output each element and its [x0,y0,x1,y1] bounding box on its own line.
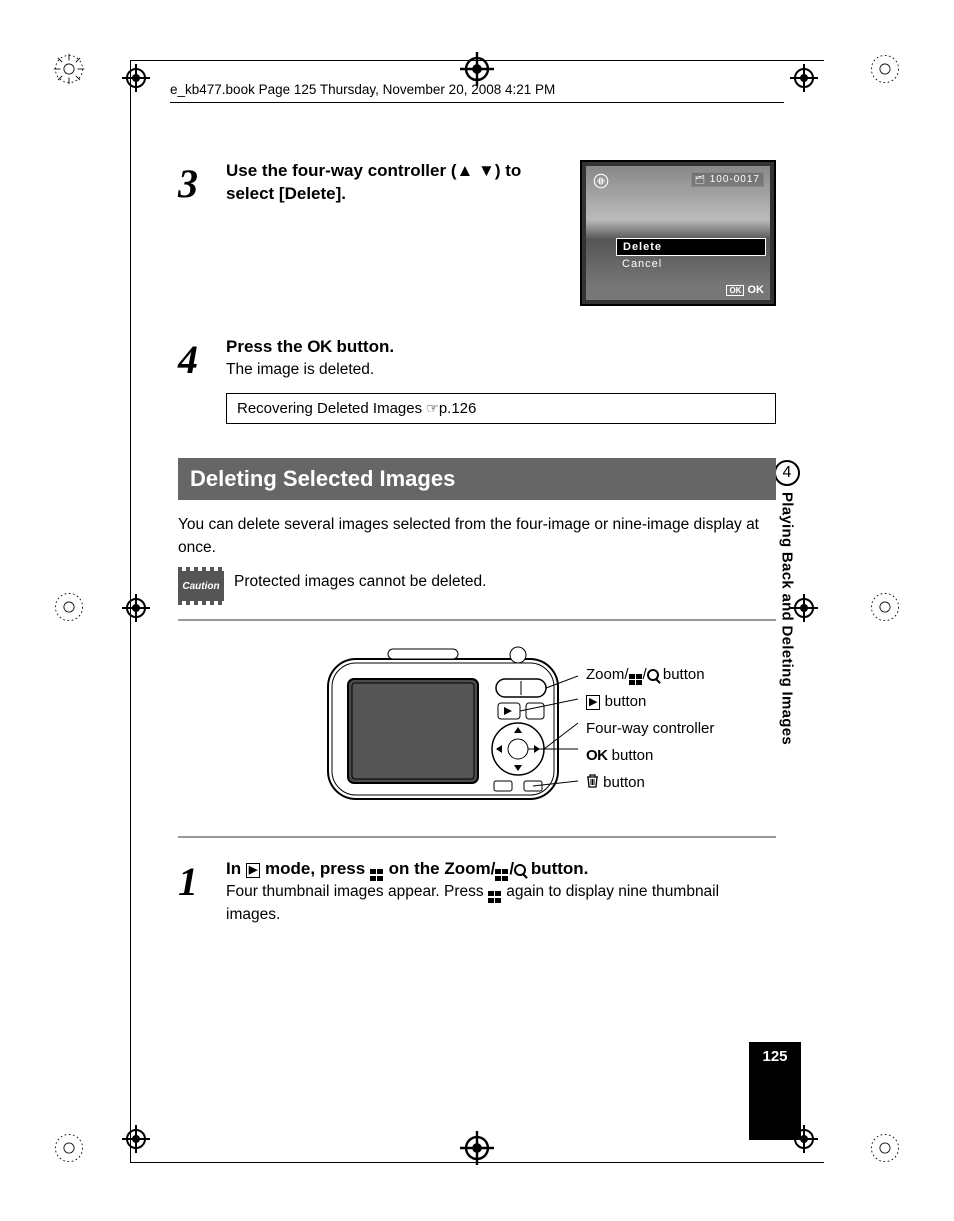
text: button. [332,337,394,356]
play-mode-icon: ▶ [246,863,260,878]
section-intro: You can delete several images selected f… [178,514,776,559]
camera-diagram: PENTAX [178,619,776,838]
reg-mark-cross [790,64,818,92]
crop-line [130,60,824,61]
page-ref: p.126 [439,400,477,417]
step-1-heading: In ▶ mode, press on the Zoom// button. [226,858,776,881]
chapter-tab: 4 Playing Back and Deleting Images [773,460,801,745]
reg-mark-gear [868,1131,902,1165]
caution-icon: Caution [178,571,224,601]
section-heading: Deleting Selected Images [178,458,776,500]
reg-mark-cross [122,64,150,92]
crop-line [130,60,131,1163]
lcd-ok-hint: OK OK [726,284,764,296]
lcd-file-number: 🗂 100-0017 [691,172,764,187]
text: Recovering Deleted Images [237,400,426,417]
trash-icon [586,770,599,797]
ok-button-icon: OK [307,337,332,356]
svg-text:PENTAX: PENTAX [395,785,431,795]
voice-memo-icon [592,172,610,195]
chapter-number: 4 [774,460,800,486]
thumbnail-grid-icon [488,891,502,903]
reg-mark-cross [460,52,494,86]
thumbnail-grid-icon [495,869,509,881]
page-header-text: e_kb477.book Page 125 Thursday, November… [170,82,555,97]
thumbnail-grid-icon [370,869,384,881]
ok-button-icon: OK [586,747,608,764]
step-number-4: 4 [178,336,218,383]
reg-mark-cross [122,594,150,622]
down-triangle-icon: ▼ [478,161,495,180]
text: Press the [226,337,307,356]
label-trash: button [586,769,714,797]
step-1-body: Four thumbnail images appear. Press agai… [226,881,776,926]
step-number-3: 3 [178,160,218,207]
step-3-heading: Use the four-way controller (▲ ▼) to sel… [226,160,546,206]
header-rule [170,102,784,103]
reg-mark-gear [52,52,86,86]
text: Use the four-way controller ( [226,161,456,180]
reg-mark-cross [122,1125,150,1153]
reg-mark-gear [868,52,902,86]
camera-illustration: PENTAX [318,641,578,811]
lcd-menu-cancel: Cancel [616,256,766,272]
reg-mark-gear [52,1131,86,1165]
step-4-heading: Press the OK button. [226,336,776,359]
pointer-hand-icon: ☞ [426,400,439,416]
lcd-screenshot: 🗂 100-0017 Delete Cancel OK OK [580,160,776,306]
step-number-1: 1 [178,858,218,905]
magnify-icon [647,669,659,681]
reg-mark-gear [52,590,86,624]
play-mode-icon: ▶ [586,695,600,710]
step-4-body: The image is deleted. [226,359,776,381]
lcd-menu-delete: Delete [616,238,766,256]
label-fourway: Four-way controller [586,715,714,742]
chapter-title: Playing Back and Deleting Images [779,492,796,745]
label-ok: OK button [586,742,714,769]
crop-line [130,1162,824,1163]
label-play: ▶ button [586,688,714,715]
reg-mark-gear [868,590,902,624]
lcd-menu: Delete Cancel [616,238,766,272]
up-triangle-icon: ▲ [456,161,473,180]
caution-text: Protected images cannot be deleted. [234,571,486,593]
label-zoom: Zoom// button [586,661,714,688]
magnify-icon [514,864,526,876]
thumbnail-grid-icon [629,674,643,686]
cross-reference-box: Recovering Deleted Images ☞p.126 [226,393,776,424]
